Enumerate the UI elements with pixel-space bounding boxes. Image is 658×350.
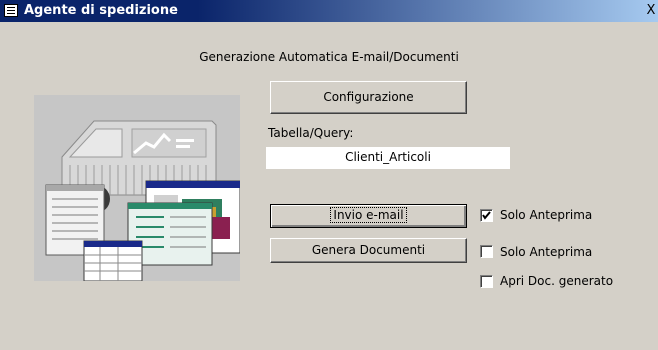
form-subtitle: Generazione Automatica E-mail/Documenti (199, 50, 459, 64)
email-preview-label: Solo Anteprima (500, 208, 593, 222)
send-email-button[interactable]: Invio e-mail (270, 204, 467, 228)
configuration-button[interactable]: Configurazione (270, 81, 467, 114)
delivery-van-documents-illustration (34, 95, 241, 282)
window-title: Agente di spedizione (24, 3, 178, 18)
table-query-label: Tabella/Query: (268, 126, 354, 140)
docs-preview-checkbox[interactable] (480, 245, 493, 258)
generate-documents-button[interactable]: Genera Documenti (270, 238, 467, 263)
form-body: Generazione Automatica E-mail/Documenti (0, 22, 658, 350)
checkmark-icon (482, 211, 491, 220)
docs-preview-label: Solo Anteprima (500, 245, 593, 259)
title-bar[interactable]: Agente di spedizione X (0, 0, 658, 22)
table-query-field[interactable]: Clienti_Articoli (266, 147, 510, 169)
open-document-checkbox[interactable] (480, 275, 493, 288)
open-document-label: Apri Doc. generato (500, 274, 614, 288)
send-email-button-label: Invio e-mail (330, 207, 407, 223)
form-icon (4, 4, 18, 17)
close-button[interactable]: X (644, 3, 658, 19)
email-preview-checkbox[interactable] (480, 209, 493, 222)
